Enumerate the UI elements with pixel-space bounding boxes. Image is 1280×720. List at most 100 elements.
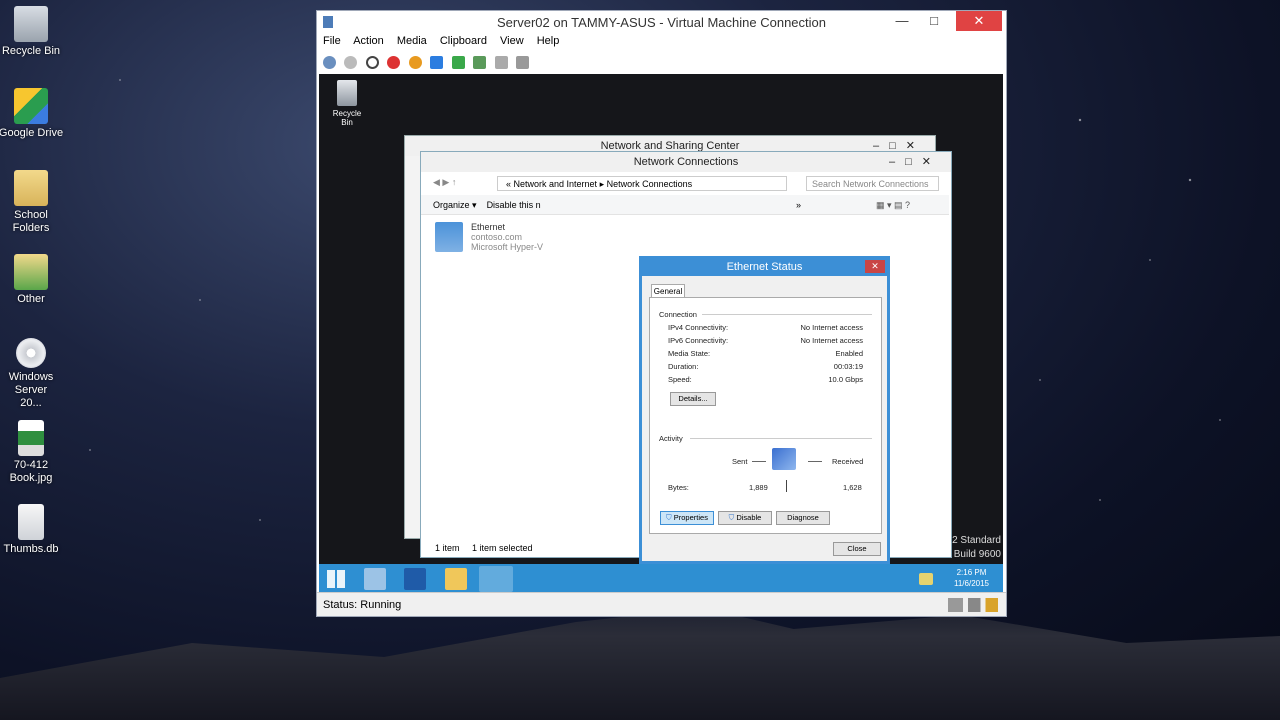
desktop-icon-google-drive[interactable]: Google Drive [0,88,66,140]
duration-row: Duration: 00:03:19 [668,362,863,371]
general-panel: Connection IPv4 Connectivity: No Internet… [649,297,882,534]
vm-connection-window: Server02 on TAMMY-ASUS - Virtual Machine… [316,10,1007,617]
close-dialog-button[interactable]: Close [833,542,881,556]
ctrl-alt-del-icon[interactable] [323,56,336,69]
desktop-icon-recycle-bin[interactable]: Recycle Bin [0,6,66,58]
row-label: Speed: [668,375,692,384]
desktop-icon-label: 70-412 Book.jpg [9,459,53,484]
command-bar: Organize ▾ Disable this n » ▦ ▾ ▤ ? [421,195,949,215]
received-line [808,461,822,462]
media-state-row: Media State: Enabled [668,349,863,358]
guest-recycle-bin[interactable]: Recycle Bin [327,80,367,127]
divider [702,314,872,315]
revert-icon[interactable] [494,56,508,69]
guest-recycle-bin-label: Recycle Bin [332,109,362,127]
tab-general[interactable]: General [651,284,685,298]
speed-row: Speed: 10.0 Gbps [668,375,863,384]
nav-arrows[interactable]: ◀ ▶ ↑ [433,177,456,188]
properties-button[interactable]: ⛉ Properties [660,511,714,525]
disable-button[interactable]: ⛉ Disable [718,511,772,525]
maximize-button[interactable]: □ [920,11,948,31]
menu-help[interactable]: Help [537,35,560,47]
network-tray-icon[interactable] [919,573,933,585]
powershell-icon[interactable] [404,568,426,590]
google-drive-icon [14,88,48,124]
folder-icon [14,254,48,290]
windows-start-icon[interactable] [327,570,345,588]
file-icon [18,504,44,540]
desktop-icon-book-jpg[interactable]: 70-412 Book.jpg [0,420,66,485]
status-selected-count: 1 item selected [472,543,533,553]
row-label: IPv6 Connectivity: [668,336,729,345]
row-value: No Internet access [800,336,863,345]
search-input[interactable]: Search Network Connections [806,176,939,191]
file-explorer-icon[interactable] [445,568,467,590]
image-file-icon [18,420,44,456]
ethernet-status-dialog: Ethernet Status ✕ General Connection IPv… [639,256,890,564]
disable-label: Disable [736,513,762,522]
adapter-domain: contoso.com [471,232,523,242]
menu-file[interactable]: File [323,35,341,47]
address-bar[interactable]: « Network and Internet ▸ Network Connect… [497,176,787,191]
row-label: Duration: [668,362,699,371]
pause-icon[interactable] [430,56,444,69]
details-button[interactable]: Details... [670,392,716,406]
menu-clipboard[interactable]: Clipboard [440,35,487,47]
checkpoint-icon[interactable] [473,56,487,69]
adapter-device: Microsoft Hyper-V [471,242,544,252]
view-options-icon[interactable]: ▦ ▾ ▤ ? [876,195,910,215]
nc-title: Network Connections [633,156,739,168]
organize-button[interactable]: Organize [433,200,470,210]
disable-device-button[interactable]: Disable this n [487,200,541,210]
shutdown-icon[interactable] [387,56,401,69]
row-value: 10.0 Gbps [828,375,863,384]
bytes-received: 1,628 [843,483,862,492]
desktop-icon-windows-server[interactable]: Windows Server 20... [0,338,66,410]
bytes-label: Bytes: [668,483,689,492]
dialog-close-button[interactable]: ✕ [865,260,885,273]
ipv6-row: IPv6 Connectivity: No Internet access [668,336,863,345]
clock-time: 2:16 PM [956,568,987,577]
menu-media[interactable]: Media [397,35,427,47]
minimize-button[interactable]: — [888,11,916,31]
bytes-sent: 1,889 [749,483,768,492]
server-manager-icon[interactable] [364,568,386,590]
breadcrumb-network-internet[interactable]: Network and Internet [514,179,598,189]
nc-title-bar: Network Connections –□✕ [421,152,951,172]
desktop-icon-other[interactable]: Other [0,254,66,306]
desktop-icon-label: Google Drive [0,127,64,139]
ethernet-adapter-item[interactable]: Ethernet contoso.com Microsoft Hyper-V [435,222,543,252]
desktop-icon-thumbs-db[interactable]: Thumbs.db [0,504,66,556]
diagnose-button[interactable]: Diagnose [776,511,830,525]
activity-computers-icon [772,448,796,470]
vm-status-bar: Status: Running [317,592,1006,616]
breadcrumb-network-connections[interactable]: Network Connections [607,179,693,189]
turn-off-icon[interactable] [365,56,379,69]
more-commands-button[interactable]: » [796,195,801,215]
clock-date: 11/6/2015 [954,579,989,588]
desktop-icon-school-folders[interactable]: School Folders [0,170,66,235]
row-value: 00:03:19 [833,362,863,371]
enhanced-session-icon[interactable] [516,56,530,69]
guest-taskbar: 2:16 PM 11/6/2015 [319,564,1003,594]
nc-window-controls[interactable]: –□✕ [889,152,941,172]
close-button[interactable]: ✕ [956,11,1002,31]
folder-icon [14,170,48,206]
watermark-build: Build 9600 [953,549,1001,560]
network-connections-window: Network Connections –□✕ ◀ ▶ ↑ « Network … [420,151,952,564]
start-icon[interactable] [344,56,358,69]
menu-view[interactable]: View [500,35,524,47]
connection-section-label: Connection [659,310,697,319]
network-connections-taskbar-icon[interactable] [479,566,513,592]
desktop-icon-label: Recycle Bin [1,45,61,57]
menu-action[interactable]: Action [353,35,384,47]
desktop-icon-label: School Folders [12,209,50,234]
guest-clock[interactable]: 2:16 PM 11/6/2015 [954,567,989,589]
desktop-icon-label: Other [17,293,45,305]
adapter-name: Ethernet [471,222,506,232]
save-state-icon[interactable] [408,56,422,69]
vm-title-bar: Server02 on TAMMY-ASUS - Virtual Machine… [317,11,1006,35]
resume-icon[interactable] [451,56,465,69]
vm-toolbar [317,53,1006,73]
vm-status-text: Status: Running [323,599,402,611]
